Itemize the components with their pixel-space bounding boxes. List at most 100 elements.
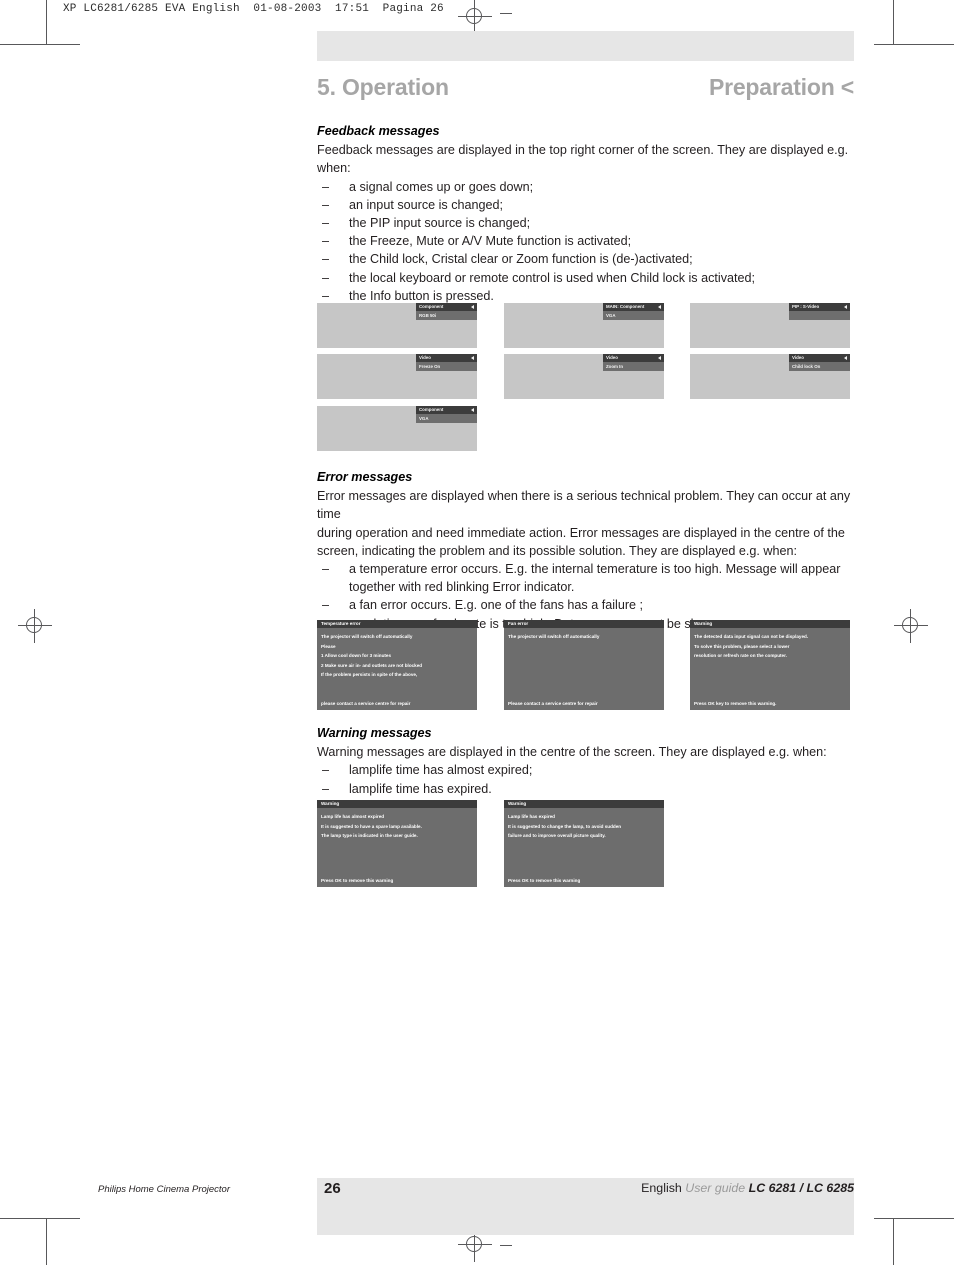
page-number: 26 xyxy=(324,1180,341,1197)
osd-badge: Video Freeze On xyxy=(416,354,477,371)
msgbox-body: The projector will switch off automatica… xyxy=(317,628,477,680)
feedback-shot-info-button: Component VGA xyxy=(317,406,477,451)
error-box-temperature-error: Temperature error The projector will swi… xyxy=(317,620,477,710)
feedback-shot-pip-input-change: PIP : S-Video xyxy=(690,303,850,348)
dash-bullet: – xyxy=(322,197,330,212)
msgbox-body: Lamp life has almost expired It is sugge… xyxy=(317,808,477,841)
list-item-label: a fan error occurs. E.g. one of the fans… xyxy=(349,598,644,613)
fold-mark-top xyxy=(500,13,512,14)
footer-language: English xyxy=(641,1181,682,1195)
osd-value: Child lock On xyxy=(789,362,850,371)
error-paragraph-line2: during operation and need immediate acti… xyxy=(317,525,845,540)
warning-section: Warning messages Warning messages are di… xyxy=(317,724,855,798)
warning-box-lamp-almost-expired: Warning Lamp life has almost expired It … xyxy=(317,800,477,887)
chevron-left-icon xyxy=(471,305,474,309)
osd-badge: Video Child lock On xyxy=(789,354,850,371)
list-item: – the local keyboard or remote control is… xyxy=(317,269,855,287)
dash-bullet: – xyxy=(322,781,330,796)
registration-mark-left xyxy=(18,609,52,643)
osd-value xyxy=(789,311,850,320)
chevron-left-icon xyxy=(471,408,474,412)
chevron-left-icon xyxy=(658,356,661,360)
osd-badge: PIP : S-Video xyxy=(789,303,850,320)
osd-title: Component xyxy=(416,303,477,311)
footer-brand: Philips Home Cinema Projector xyxy=(98,1184,230,1195)
registration-mark-top xyxy=(458,0,492,34)
osd-value: VGA xyxy=(603,311,664,320)
msgbox-line: Please xyxy=(321,643,336,649)
feedback-list: – a signal comes up or goes down; – an inp… xyxy=(317,178,855,305)
feedback-shot-zoom-in: Video Zoom In xyxy=(504,354,664,399)
feedback-shot-freeze-on: Video Freeze On xyxy=(317,354,477,399)
list-item-label: an input source is changed; xyxy=(349,197,504,212)
msgbox-line: If the problem persists in spite of the … xyxy=(321,672,418,677)
chevron-left-icon xyxy=(844,356,847,360)
error-paragraph-line3: screen, indicating the problem and its p… xyxy=(317,543,798,558)
list-item: – an input source is changed; xyxy=(317,196,855,214)
list-item-label: the local keyboard or remote control is … xyxy=(349,270,756,285)
msgbox-line: The projector will switch off automatica… xyxy=(321,634,413,639)
header-band xyxy=(317,31,854,61)
feedback-shot-child-lock-on: Video Child lock On xyxy=(690,354,850,399)
msgbox-line: resolution or refresh rate on the comput… xyxy=(694,653,787,658)
list-item: – lamplife time has almost expired; xyxy=(317,761,855,779)
list-item: – lamplife time has expired. xyxy=(317,780,855,798)
footer-model: LC 6281 / LC 6285 xyxy=(748,1181,854,1195)
dash-bullet: – xyxy=(322,763,330,778)
feedback-intro-line2: when: xyxy=(317,161,351,176)
msgbox-line: To solve this problem, please select a l… xyxy=(694,643,790,649)
chevron-left-icon xyxy=(658,305,661,309)
msgbox-line: Lamp life has expired xyxy=(508,814,555,819)
list-item-label: the PIP input source is changed; xyxy=(349,216,531,231)
osd-title: Component xyxy=(416,406,477,414)
warning-paragraph: Warning messages are displayed in the ce… xyxy=(317,745,827,760)
list-item-label: lamplife time has expired. xyxy=(349,781,492,796)
list-item-label: lamplife time has almost expired; xyxy=(349,763,533,778)
footer-meta: English User guide LC 6281 / LC 6285 xyxy=(641,1181,854,1195)
msgbox-footer: Press OK to remove this warning xyxy=(321,878,394,883)
list-item-label: a temperature error occurs. E.g. the int… xyxy=(349,562,841,577)
msgbox-body: The detected data input signal can not b… xyxy=(690,628,850,661)
osd-title: PIP : S-Video xyxy=(789,303,850,311)
msgbox-line: 1 Allow cool down for 3 minutes xyxy=(321,653,392,658)
chapter-title: 5. Operation xyxy=(317,74,449,100)
msgbox-title: Warning xyxy=(317,800,477,808)
feedback-intro-line1: Feedback messages are displayed in the t… xyxy=(317,143,849,158)
osd-title: Video xyxy=(603,354,664,362)
error-heading: Error messages xyxy=(317,470,413,484)
osd-badge: Video Zoom In xyxy=(603,354,664,371)
feedback-section: Feedback messages Feedback messages are … xyxy=(317,122,855,305)
list-item-continuation: together with red blinking Error indicat… xyxy=(317,578,855,596)
msgbox-line: The lamp type is indicated in the user g… xyxy=(321,833,418,838)
msgbox-body: The projector will switch off automatica… xyxy=(504,628,664,642)
registration-mark-right xyxy=(894,609,928,643)
msgbox-line: Lamp life has almost expired xyxy=(321,814,385,819)
osd-value: RGB 50i xyxy=(416,311,477,320)
list-item: – a signal comes up or goes down; xyxy=(317,178,855,196)
list-item: – a temperature error occurs. E.g. the in… xyxy=(317,560,855,578)
msgbox-line: The projector will switch off automatica… xyxy=(508,634,600,639)
crop-mark-bottom-left-v xyxy=(46,1218,47,1265)
osd-badge: Component RGB 50i xyxy=(416,303,477,320)
msgbox-title: Warning xyxy=(690,620,850,628)
fold-mark-bottom xyxy=(500,1245,512,1246)
list-item: – a fan error occurs. E.g. one of the fan… xyxy=(317,596,855,614)
dash-bullet: – xyxy=(322,216,330,231)
osd-value: VGA xyxy=(416,414,477,423)
list-item: – the Child lock, Cristal clear or Zoom f… xyxy=(317,250,855,268)
list-item: – the PIP input source is changed; xyxy=(317,214,855,232)
msgbox-line: 2 Make sure air in- and outlets are not … xyxy=(321,662,423,668)
feedback-shot-main-input-change: MAIN: Component VGA xyxy=(504,303,664,348)
osd-badge: Component VGA xyxy=(416,406,477,423)
crop-mark-top-left-h xyxy=(0,44,80,45)
msgbox-title: Fan error xyxy=(504,620,664,628)
msgbox-footer: Press OK to remove this warning xyxy=(508,878,581,883)
chevron-left-icon xyxy=(844,305,847,309)
msgbox-line: failure and to improve overall picture q… xyxy=(508,833,606,838)
osd-title: Video xyxy=(416,354,477,362)
error-box-fan-error: Fan error The projector will switch off … xyxy=(504,620,664,710)
msgbox-body: Lamp life has expired It is suggested to… xyxy=(504,808,664,841)
msgbox-line: It is suggested to change the lamp, to a… xyxy=(508,823,622,829)
chevron-left-icon xyxy=(471,356,474,360)
section-title: Preparation < xyxy=(708,74,854,100)
